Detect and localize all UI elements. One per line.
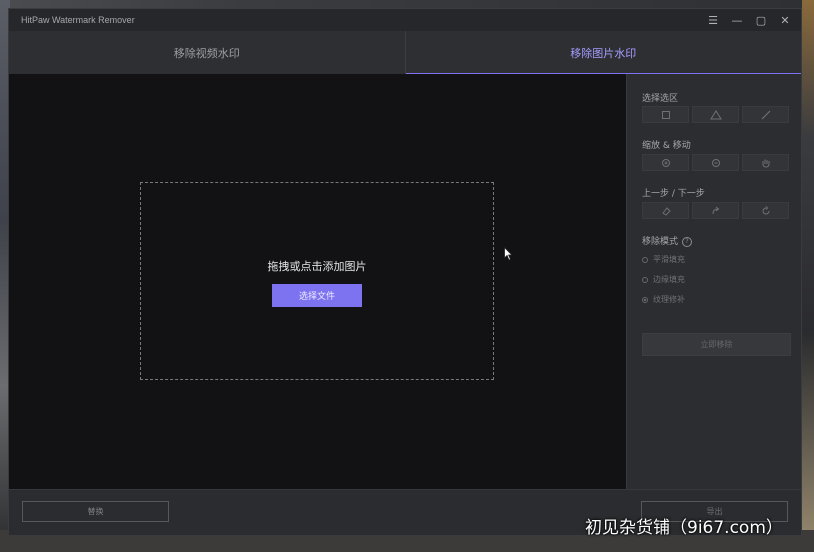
tab-label: 移除视频水印 — [173, 46, 240, 60]
mode-option-texture[interactable]: 纹理修补 — [642, 294, 685, 305]
zoom-in-icon[interactable] — [642, 154, 689, 171]
undo-redo-label: 上一步 / 下一步 — [642, 189, 705, 199]
tab-remove-video-watermark[interactable]: 移除视频水印 — [9, 31, 406, 74]
app-title: HitPaw Watermark Remover — [21, 15, 135, 25]
select-tools — [642, 106, 789, 123]
history-tools — [642, 202, 789, 219]
image-dropzone[interactable]: 拖拽或点击添加图片 选择文件 — [140, 182, 494, 380]
zoom-tools — [642, 154, 789, 171]
hand-move-icon[interactable] — [742, 154, 789, 171]
mode-label: 平滑填充 — [653, 255, 685, 264]
radio-icon — [642, 256, 648, 263]
mode-tabs: 移除视频水印 移除图片水印 — [9, 31, 801, 75]
replace-button[interactable]: 替换 — [22, 501, 169, 522]
mode-option-smooth[interactable]: 平滑填充 — [642, 254, 685, 265]
zoom-move-label: 缩放 & 移动 — [642, 141, 691, 151]
app-window: HitPaw Watermark Remover ☰ — ▢ ✕ 移除视频水印 … — [8, 8, 802, 536]
mode-label: 边缘填充 — [653, 275, 685, 284]
site-watermark: 初见杂货铺（9i67.com） — [585, 518, 783, 538]
tab-remove-image-watermark[interactable]: 移除图片水印 — [405, 31, 802, 75]
window-controls: ☰ — ▢ ✕ — [703, 9, 795, 31]
mode-option-edge[interactable]: 边缘填充 — [642, 274, 685, 285]
polygon-select-icon[interactable] — [692, 106, 739, 123]
dropzone-prompt: 拖拽或点击添加图片 — [267, 260, 367, 273]
eraser-icon[interactable] — [642, 202, 689, 219]
select-area-label: 选择选区 — [642, 94, 679, 104]
zoom-out-icon[interactable] — [692, 154, 739, 171]
image-canvas: 拖拽或点击添加图片 选择文件 — [9, 74, 626, 489]
mouse-cursor-icon — [504, 247, 513, 261]
minimize-icon[interactable]: — — [727, 9, 747, 31]
redo-icon[interactable] — [692, 202, 739, 219]
select-file-button[interactable]: 选择文件 — [272, 284, 362, 307]
tab-label: 移除图片水印 — [570, 46, 637, 60]
remove-now-button[interactable]: 立即移除 — [642, 333, 791, 356]
menu-icon[interactable]: ☰ — [703, 9, 723, 31]
reset-icon[interactable] — [742, 202, 789, 219]
maximize-icon[interactable]: ▢ — [751, 9, 771, 31]
title-bar: HitPaw Watermark Remover ☰ — ▢ ✕ — [9, 9, 801, 31]
mode-label: 纹理修补 — [653, 295, 685, 304]
brush-select-icon[interactable] — [742, 106, 789, 123]
close-icon[interactable]: ✕ — [775, 9, 795, 31]
radio-icon — [642, 276, 648, 283]
help-icon[interactable]: ? — [682, 236, 693, 247]
remove-mode-label: 移除模式 — [642, 237, 679, 247]
desktop-right-edge — [802, 0, 814, 552]
rectangle-select-icon[interactable] — [642, 106, 689, 123]
radio-checked-icon — [642, 296, 648, 303]
tool-panel: 选择选区 缩放 & 移动 上一步 / 下一步 移除模式 ? 平滑填充 边缘填充 … — [626, 74, 801, 489]
remove-mode-section: 移除模式? — [642, 234, 693, 247]
